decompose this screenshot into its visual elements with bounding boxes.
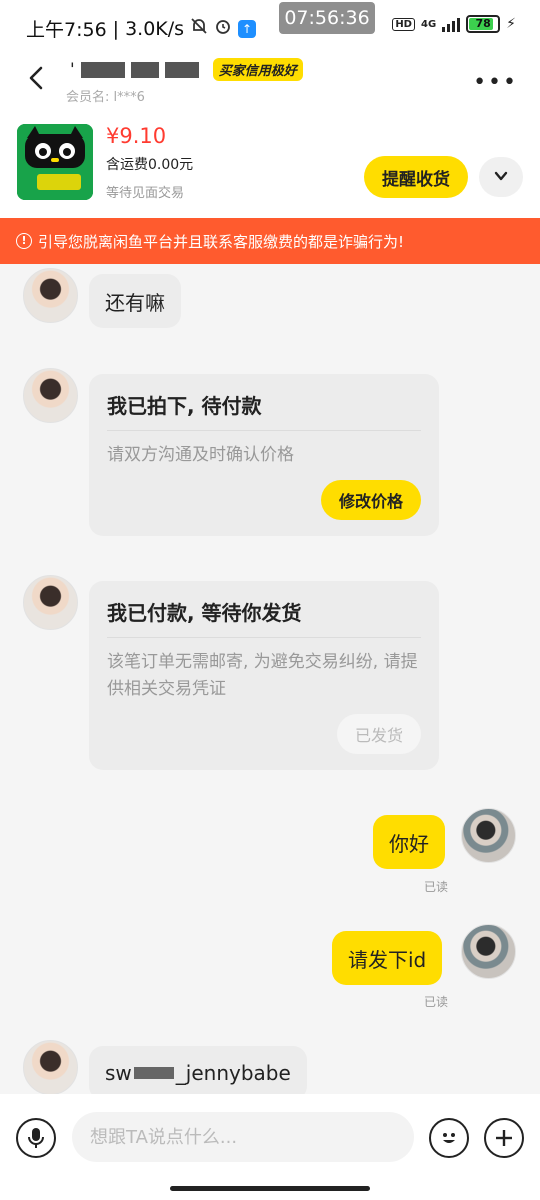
seller-avatar[interactable] — [23, 575, 78, 630]
add-button[interactable] — [484, 1118, 524, 1158]
seller-avatar[interactable] — [23, 1040, 78, 1094]
read-receipt: 已读 — [424, 995, 449, 1009]
warning-text: 引导您脱离闲鱼平台并且联系客服缴费的都是诈骗行为! — [38, 232, 405, 251]
alert-icon: ! — [16, 233, 32, 249]
input-bar — [0, 1094, 540, 1200]
expand-button[interactable] — [479, 157, 523, 197]
chat-area[interactable]: 还有嘛 我已拍下, 待付款 请双方沟通及时确认价格 修改价格 我已付款, 等待你… — [0, 264, 540, 1094]
order-card: 我已付款, 等待你发货 该笔订单无需邮寄, 为避免交易纠纷, 请提供相关交易凭证… — [89, 581, 439, 770]
clock-overlay: 07:56:36 — [279, 2, 375, 34]
card-divider — [107, 637, 421, 638]
product-price: ¥9.10 — [106, 124, 167, 148]
seller-name: ' 买家信用极好 — [70, 58, 303, 81]
microphone-icon — [28, 1128, 44, 1148]
message-bubble[interactable]: 还有嘛 — [89, 274, 181, 328]
redacted-name — [80, 61, 125, 78]
message-input[interactable] — [72, 1112, 414, 1162]
status-bar: 上午7:56 | 3.0K/s ↑ 07:56:36 HD 4G 78 ⚡ — [0, 0, 540, 52]
seller-avatar[interactable] — [23, 268, 78, 323]
alarm-icon — [214, 17, 232, 40]
shipped-button[interactable]: 已发货 — [336, 714, 421, 754]
redacted-name — [130, 61, 159, 78]
status-left: 上午7:56 | 3.0K/s ↑ — [26, 15, 257, 42]
seller-avatar[interactable] — [23, 368, 78, 423]
product-image[interactable] — [17, 124, 93, 200]
order-card: 我已拍下, 待付款 请双方沟通及时确认价格 修改价格 — [89, 374, 439, 536]
message-bubble[interactable]: 请发下id — [332, 931, 443, 985]
my-avatar[interactable] — [461, 924, 516, 979]
shipping-fee: 含运费0.00元 — [106, 157, 194, 173]
read-receipt: 已读 — [424, 880, 449, 894]
upload-icon: ↑ — [238, 19, 257, 38]
card-title: 我已拍下, 待付款 — [107, 394, 262, 418]
message-bubble[interactable]: 你好 — [373, 815, 445, 869]
card-desc: 请双方沟通及时确认价格 — [107, 445, 294, 465]
home-indicator[interactable] — [170, 1186, 370, 1191]
chat-header: ' 买家信用极好 会员名: l***6 ••• — [0, 52, 540, 110]
redacted-text — [133, 1067, 174, 1079]
status-right: HD 4G 78 ⚡ — [392, 15, 516, 33]
plus-icon — [496, 1130, 512, 1146]
emoji-button[interactable] — [429, 1118, 469, 1158]
product-card[interactable]: ¥9.10 含运费0.00元 等待见面交易 提醒收货 — [0, 110, 540, 218]
fraud-warning-banner: ! 引导您脱离闲鱼平台并且联系客服缴费的都是诈骗行为! — [0, 218, 540, 264]
status-time: 上午7:56 — [26, 19, 107, 41]
bell-muted-icon — [190, 17, 208, 40]
chevron-left-icon — [29, 66, 43, 90]
charging-icon: ⚡ — [506, 16, 516, 32]
tmall-cat-icon — [17, 124, 93, 200]
card-desc: 该笔订单无需邮寄, 为避免交易纠纷, 请提供相关交易凭证 — [107, 652, 418, 699]
message-bubble[interactable]: sw _jennybabe — [89, 1046, 307, 1094]
back-button[interactable] — [22, 62, 54, 94]
credit-badge: 买家信用极好 — [212, 58, 303, 81]
card-title: 我已付款, 等待你发货 — [107, 601, 302, 625]
smiley-icon — [443, 1133, 455, 1143]
more-options-icon[interactable]: ••• — [473, 70, 518, 95]
trade-status: 等待见面交易 — [106, 186, 185, 201]
my-avatar[interactable] — [461, 808, 516, 863]
card-divider — [107, 430, 421, 431]
remind-receipt-button[interactable]: 提醒收货 — [364, 156, 468, 198]
redacted-name — [164, 61, 199, 78]
member-name: 会员名: l***6 — [66, 90, 145, 105]
battery-level: 78 — [475, 17, 491, 30]
signal-icon — [442, 16, 461, 32]
battery-icon: 78 — [466, 15, 501, 33]
chevron-down-icon — [494, 171, 508, 180]
modify-price-button[interactable]: 修改价格 — [320, 480, 421, 520]
net-speed: 3.0K/s — [125, 17, 185, 40]
network-type: 4G — [420, 18, 437, 30]
hd-icon: HD — [392, 17, 415, 31]
voice-button[interactable] — [16, 1118, 56, 1158]
